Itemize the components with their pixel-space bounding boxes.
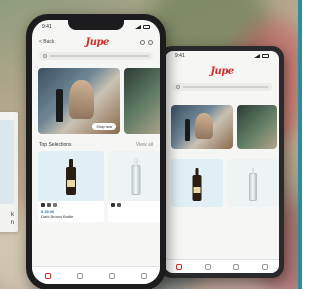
brand-logo[interactable]: Jupe xyxy=(210,66,234,77)
cart-tab-icon[interactable] xyxy=(109,272,115,279)
promo-carousel: Shop now xyxy=(32,68,160,134)
profile-tab-icon[interactable] xyxy=(261,263,268,270)
tab-bar xyxy=(165,259,279,273)
phone-notch xyxy=(68,20,124,30)
search-icon xyxy=(176,85,180,89)
search-input[interactable] xyxy=(39,52,153,60)
search-icon xyxy=(43,54,47,58)
status-icons xyxy=(254,54,269,58)
product-image xyxy=(171,159,223,207)
status-icons xyxy=(135,25,150,29)
side-card-panel xyxy=(0,120,14,204)
bottle-image xyxy=(66,159,76,195)
back-button[interactable]: < Back xyxy=(39,39,54,45)
bottle-image xyxy=(192,167,202,201)
app-bar: < Back Jupe xyxy=(32,34,160,50)
app-bar-actions xyxy=(139,39,153,45)
accent-strip xyxy=(298,0,302,289)
product-image xyxy=(38,151,104,201)
view-all-link[interactable]: View all xyxy=(136,142,153,148)
front-phone: 9:41 < Back Jupe Shop now Top Selections… xyxy=(26,14,166,289)
section-header: Top Selections View all xyxy=(32,142,160,148)
bottle-image xyxy=(249,166,257,201)
home-tab-icon[interactable] xyxy=(176,263,183,270)
battery-icon xyxy=(143,25,150,29)
profile-tab-icon[interactable] xyxy=(141,272,147,279)
side-card-text: kn xyxy=(10,212,14,226)
product-card[interactable] xyxy=(227,159,279,207)
swatches xyxy=(41,203,101,207)
status-time: 9:41 xyxy=(175,53,185,59)
back-phone-screen: 9:41 Jupe xyxy=(165,51,279,273)
status-time: 9:41 xyxy=(42,24,52,30)
signal-icon xyxy=(254,54,260,58)
promo-carousel xyxy=(165,105,279,149)
app-bar: Jupe xyxy=(165,61,279,81)
swatches xyxy=(111,203,160,207)
product-card[interactable] xyxy=(108,151,160,222)
side-info-card: kn xyxy=(0,112,18,232)
search-tab-icon[interactable] xyxy=(77,272,83,279)
product-list: $ 39.00 Dark Brown Bottle xyxy=(32,151,160,222)
bottle-image xyxy=(131,158,141,195)
promo-photo-bottle xyxy=(56,89,64,123)
brand-logo[interactable]: Jupe xyxy=(86,37,110,48)
section-title: Top Selections xyxy=(39,142,72,148)
promo-card[interactable] xyxy=(124,68,160,134)
search-icon[interactable] xyxy=(139,39,145,45)
product-image xyxy=(108,151,160,201)
promo-card[interactable] xyxy=(237,105,277,149)
scene-background: kn 9:41 Jupe 9:41 < Back Jupe Shop now T… xyxy=(0,0,302,289)
tab-bar xyxy=(32,266,160,284)
promo-photo-person xyxy=(69,79,94,120)
battery-icon xyxy=(262,54,269,58)
shop-now-button[interactable]: Shop now xyxy=(92,123,116,130)
front-phone-screen: 9:41 < Back Jupe Shop now Top Selections… xyxy=(32,20,160,284)
status-bar: 9:41 xyxy=(165,51,279,61)
menu-icon[interactable] xyxy=(147,39,153,45)
signal-icon xyxy=(135,25,141,29)
cart-tab-icon[interactable] xyxy=(233,263,240,270)
back-phone: 9:41 Jupe xyxy=(160,46,284,278)
search-input[interactable] xyxy=(172,83,272,91)
search-tab-icon[interactable] xyxy=(204,263,211,270)
promo-card[interactable] xyxy=(171,105,233,149)
product-meta: $ 39.00 Dark Brown Bottle xyxy=(38,201,104,222)
product-card[interactable] xyxy=(171,159,223,207)
promo-photo-person xyxy=(194,112,214,140)
product-image xyxy=(227,159,279,207)
home-tab-icon[interactable] xyxy=(45,272,51,279)
promo-card[interactable]: Shop now xyxy=(38,68,120,134)
product-meta xyxy=(108,201,160,212)
product-card[interactable]: $ 39.00 Dark Brown Bottle xyxy=(38,151,104,222)
product-name: Dark Brown Bottle xyxy=(41,214,74,219)
product-list xyxy=(165,159,279,207)
promo-photo-bottle xyxy=(184,119,191,142)
